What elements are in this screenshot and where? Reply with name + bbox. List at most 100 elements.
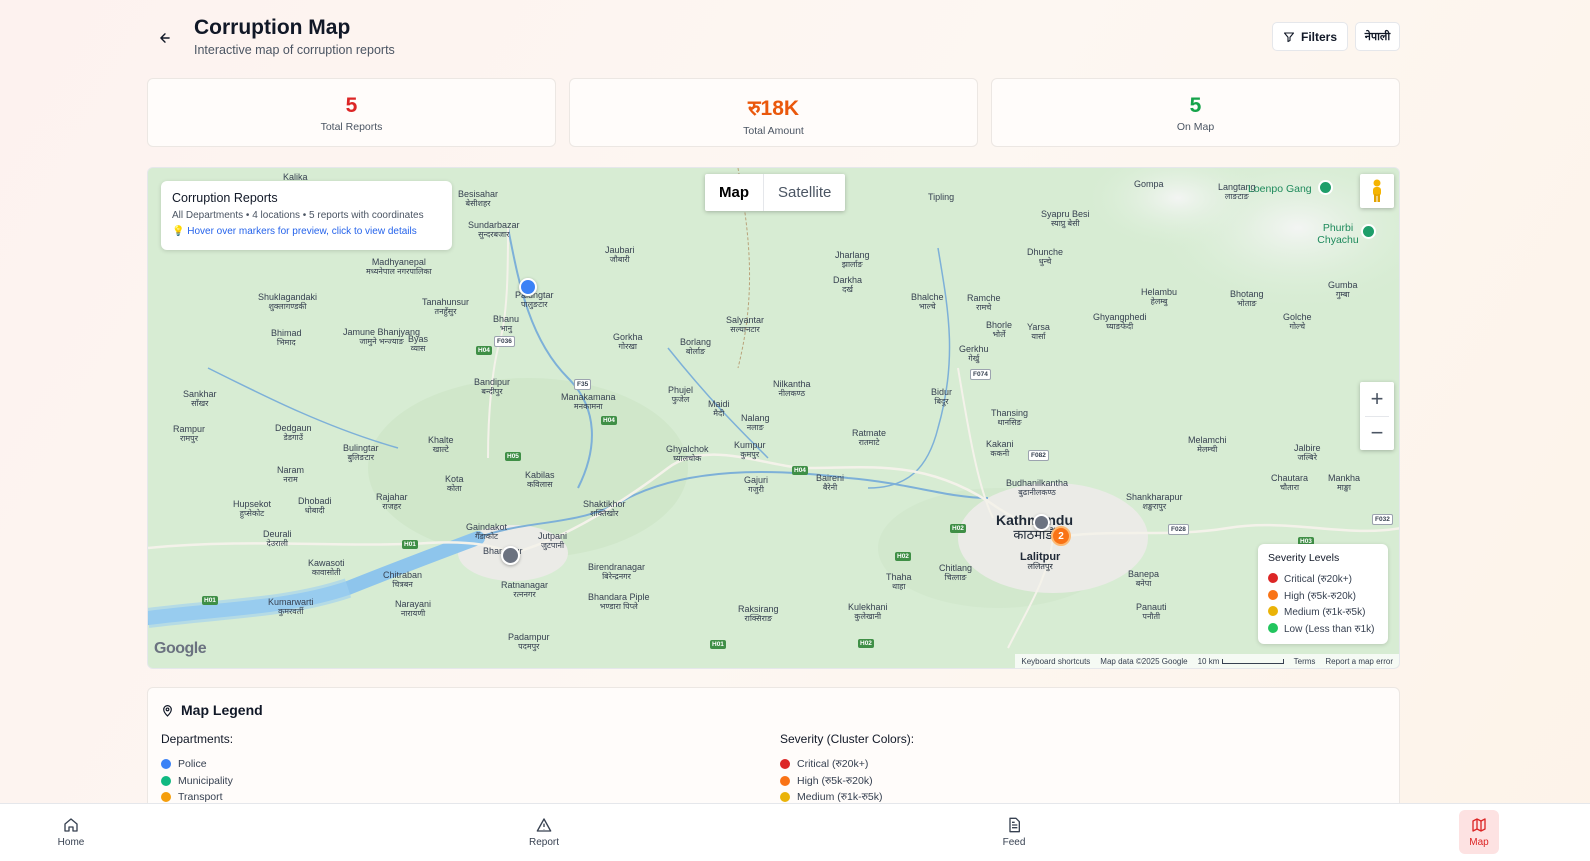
- place-label: Bidur बिदुर: [931, 387, 952, 407]
- back-button[interactable]: [155, 28, 175, 48]
- nav-home[interactable]: Home: [51, 810, 91, 854]
- place-name-nepali: गजुरी: [748, 484, 764, 494]
- place-name-nepali: मेलम्ची: [1197, 444, 1218, 454]
- place-name-nepali: भोताङ: [1237, 298, 1257, 308]
- place-label: Phujel फुजेल: [668, 385, 693, 405]
- place-label: Padampur पदमपुर: [508, 632, 550, 652]
- place-label: Shaktikhor शक्तिखोर: [583, 499, 626, 519]
- place-label: Rajahar राजहर: [376, 492, 408, 512]
- road-shield: H01: [402, 540, 418, 549]
- stat-value: 5: [345, 94, 358, 117]
- place-label: Kulekhani कुलेखानी: [848, 602, 888, 622]
- place-name-nepali: रत्ननगर: [513, 589, 536, 599]
- report-map-error-link[interactable]: Report a map error: [1325, 657, 1393, 666]
- place-name-nepali: धोबादी: [304, 505, 325, 515]
- map-type-map-button[interactable]: Map: [705, 174, 763, 211]
- place-name-nepali: बैरेनी: [822, 482, 838, 492]
- place-name-nepali: भाल्चे: [918, 301, 936, 311]
- place-name-nepali: नीलकण्ठ: [778, 388, 805, 398]
- place-name-nepali: माङ्खा: [1337, 482, 1352, 492]
- legend-dot: [780, 775, 790, 786]
- place-label: Lalitpur ललितपुर: [1020, 551, 1060, 572]
- place-name-nepali: भिमाद: [276, 337, 296, 347]
- nav-map[interactable]: Map: [1459, 810, 1499, 854]
- legend-item: High (रु5k-रु20k): [780, 773, 914, 790]
- place-name-nepali: बिरेन्द्रनगर: [602, 571, 631, 581]
- severity-item: Medium (रु1k-रु5k): [1268, 603, 1378, 620]
- place-label: Ratnanagar रत्ननगर: [501, 580, 548, 600]
- terms-link[interactable]: Terms: [1294, 657, 1316, 666]
- place-name-nepali: फुजेल: [671, 394, 690, 404]
- place-name: Tipling: [928, 192, 955, 202]
- place-name-nepali: गुम्बा: [1335, 289, 1350, 299]
- place-name-nepali: व्यास: [410, 343, 426, 353]
- place-label: Sankhar साँखर: [183, 389, 217, 409]
- filters-button[interactable]: Filters: [1272, 22, 1348, 51]
- zoom-out-button[interactable]: −: [1360, 416, 1394, 450]
- place-label: Besisahar बेसीशहर: [458, 189, 498, 209]
- place-name-nepali: डेडगाउँ: [283, 432, 304, 442]
- stat-card-on-map: 5 On Map: [991, 78, 1400, 147]
- place-name-nepali: शुक्लागण्डकी: [268, 301, 307, 311]
- report-marker-police[interactable]: [519, 278, 537, 296]
- filter-icon: [1283, 31, 1295, 42]
- place-label: Birendranagar बिरेन्द्रनगर: [588, 562, 645, 582]
- place-name-nepali: गोरखा: [618, 341, 637, 351]
- filters-label: Filters: [1300, 29, 1337, 44]
- report-cluster-marker[interactable]: 2: [1051, 526, 1071, 546]
- report-marker[interactable]: [1033, 514, 1050, 531]
- nav-report[interactable]: Report: [524, 810, 564, 854]
- place-label: Budhanilkantha बुढानीलकण्ठ: [1006, 478, 1068, 498]
- map-canvas[interactable]: Kalika Besisahar बेसीशहर Sundarbazar सुन्दरब…: [147, 167, 1400, 669]
- stat-card-total-reports: 5 Total Reports: [147, 78, 556, 147]
- road-shield: H02: [950, 524, 966, 533]
- place-label: Phurbi Chyachu: [1313, 222, 1363, 246]
- map-attribution-bar: Keyboard shortcuts Map data ©2025 Google…: [1015, 654, 1399, 668]
- map-scale-bar: [1221, 658, 1284, 664]
- language-toggle-button[interactable]: नेपाली: [1355, 22, 1400, 51]
- street-view-button[interactable]: [1360, 174, 1394, 208]
- place-name-nepali: रामपुर: [180, 433, 198, 443]
- place-label: Helambu हेलम्बु: [1141, 287, 1177, 307]
- place-label: Bhorle भोर्ले: [986, 320, 1012, 340]
- place-label: Nalang नलाङ: [741, 413, 770, 433]
- place-name-nepali: खाल्टे: [432, 444, 449, 454]
- place-name-nepali: ककनी: [990, 448, 1010, 458]
- place-label: Dhobadi धोबादी: [298, 496, 332, 516]
- place-label: Golche गोल्चे: [1283, 312, 1312, 332]
- place-name-nepali: पालुङटार: [521, 299, 548, 309]
- google-logo[interactable]: Google: [154, 640, 207, 658]
- place-name-nepali: थानसिङ: [997, 417, 1022, 427]
- place-label: Deurali देउराली: [263, 529, 292, 549]
- place-label: Gaindakot गैँडाकोट: [466, 522, 507, 542]
- map-type-satellite-button[interactable]: Satellite: [763, 174, 845, 211]
- place-name-nepali: चौतारा: [1279, 482, 1300, 492]
- place-name-nepali: नलाङ: [746, 422, 764, 432]
- place-label: Jaubari जौबारी: [605, 245, 635, 265]
- zoom-in-button[interactable]: +: [1360, 382, 1394, 416]
- road-shield: H04: [792, 466, 808, 475]
- nav-feed[interactable]: Feed: [994, 810, 1034, 854]
- place-label: Chautara चौतारा: [1271, 473, 1308, 493]
- arrow-left-icon: [160, 33, 170, 43]
- place-label: Palungtar पालुङटार: [515, 290, 554, 310]
- place-label: Baireni बैरेनी: [816, 473, 844, 493]
- place-name-nepali: पदमपुर: [518, 641, 540, 651]
- severity-item: Critical (रु20k+): [1268, 570, 1378, 587]
- place-label: Kabilas कविलास: [525, 470, 555, 490]
- place-name-nepali: बुढानीलकण्ठ: [1018, 487, 1056, 497]
- keyboard-shortcuts-link[interactable]: Keyboard shortcuts: [1021, 657, 1090, 666]
- report-marker[interactable]: [501, 546, 520, 565]
- severity-label: Medium (रु1k-रु5k): [1284, 607, 1366, 619]
- place-name-nepali: जल्बिरे: [1297, 452, 1317, 462]
- place-name-nepali: धुन्चे: [1038, 256, 1052, 266]
- page-title: Corruption Map: [194, 16, 351, 39]
- stat-value: रु18K: [747, 97, 800, 120]
- map-info-hint: 💡 Hover over markers for preview, click …: [172, 226, 417, 237]
- place-label: Darkha दर्ख: [833, 275, 862, 295]
- map-scale[interactable]: 10 km: [1198, 657, 1284, 666]
- severity-item: Low (Less than रु1k): [1268, 620, 1378, 637]
- road-shield: H02: [858, 639, 874, 648]
- place-label: Gompa: [1134, 179, 1164, 190]
- map-info-title: Corruption Reports: [172, 191, 278, 205]
